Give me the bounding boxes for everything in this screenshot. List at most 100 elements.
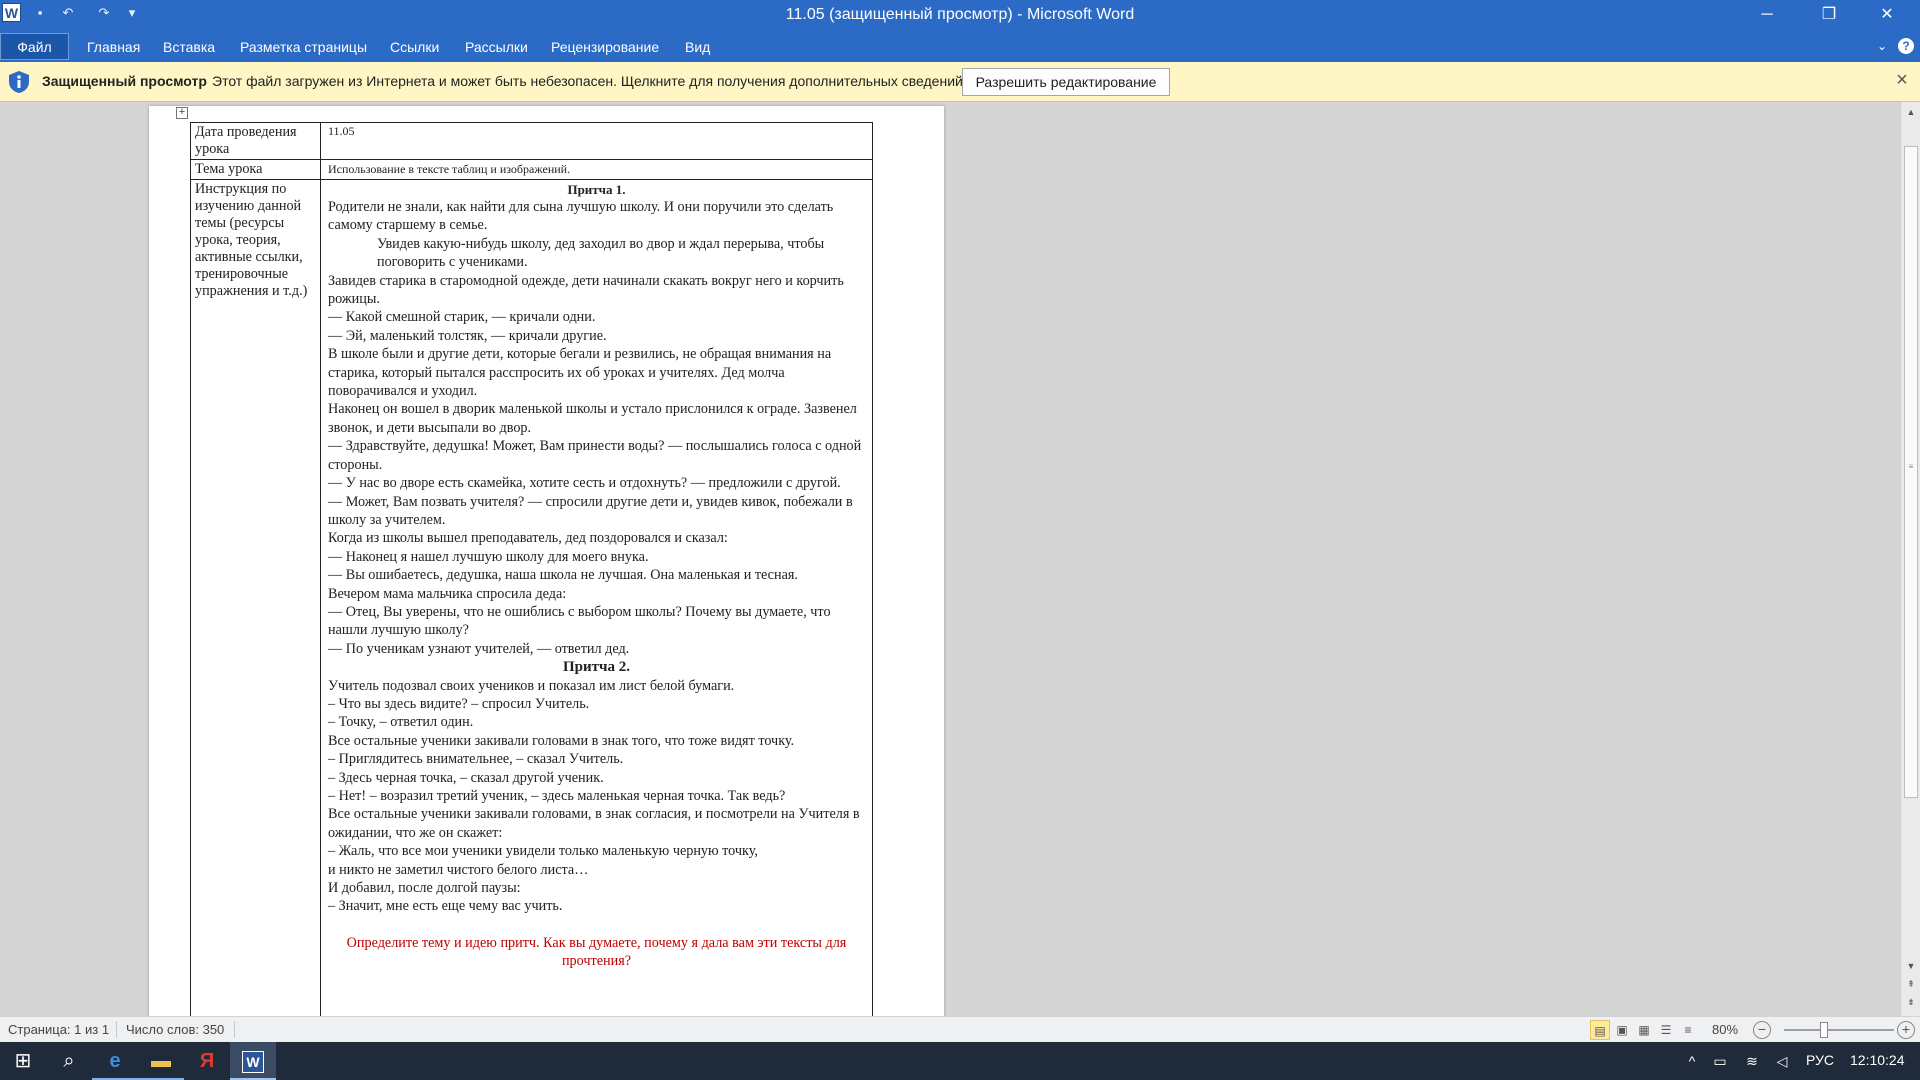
print-layout-icon[interactable]: ▤ bbox=[1590, 1020, 1610, 1040]
title-bar: W ▪ ↶ ↷ ▾ 11.05 (защищенный просмотр) - … bbox=[0, 0, 1920, 30]
enable-editing-button[interactable]: Разрешить редактирование bbox=[962, 68, 1170, 96]
paragraph: Наконец он вошел в дворик маленькой школ… bbox=[328, 401, 857, 436]
word-count[interactable]: Число слов: 350 bbox=[126, 1022, 224, 1037]
wifi-icon[interactable]: ≋ bbox=[1742, 1051, 1762, 1071]
restore-button[interactable]: ❐ bbox=[1806, 0, 1852, 30]
paragraph: — Какой смешной старик, — кричали одни. bbox=[328, 309, 596, 326]
paragraph: — Здравствуйте, дедушка! Может, Вам прин… bbox=[328, 438, 862, 473]
tab-mailings[interactable]: Рассылки bbox=[465, 35, 528, 59]
paragraph: — Эй, маленький толстяк, — кричали други… bbox=[328, 327, 607, 344]
volume-icon[interactable]: ◁ bbox=[1772, 1051, 1792, 1071]
start-icon[interactable]: ⊞ bbox=[0, 1042, 46, 1080]
shield-info-icon bbox=[9, 71, 29, 93]
parable1-title: Притча 1. bbox=[567, 182, 626, 197]
zoom-in-icon[interactable]: + bbox=[1897, 1021, 1915, 1039]
search-icon[interactable]: ⌕ bbox=[46, 1042, 92, 1080]
paragraph: Учитель подозвал своих учеников и показа… bbox=[328, 677, 735, 694]
paragraph: Родители не знали, как найти для сына лу… bbox=[328, 199, 834, 234]
protected-view-bar: Защищенный просмотр Этот файл загружен и… bbox=[0, 62, 1920, 102]
paragraph: – Что вы здесь видите? – спросил Учитель… bbox=[328, 695, 590, 712]
paragraph: Вечером мама мальчика спросила деда: bbox=[328, 585, 567, 602]
minimize-ribbon-icon[interactable]: ⌄ bbox=[1874, 38, 1890, 54]
date-value: 11.05 bbox=[320, 122, 873, 160]
explorer-icon[interactable]: ▬ bbox=[138, 1042, 184, 1080]
topic-value: Использование в тексте таблиц и изображе… bbox=[320, 159, 873, 180]
zoom-level[interactable]: 80% bbox=[1712, 1022, 1738, 1037]
chevron-up-icon[interactable]: ^ bbox=[1682, 1051, 1702, 1071]
paragraph: И добавил, после долгой паузы: bbox=[328, 880, 521, 897]
ribbon-tab-bar: Файл Главная Вставка Разметка страницы С… bbox=[0, 30, 1920, 62]
table-row: Инструкция по изучению данной темы (ресу… bbox=[190, 179, 873, 1040]
yandex-icon[interactable]: Я bbox=[184, 1042, 230, 1080]
paragraph: – Здесь черная точка, – сказал другой уч… bbox=[328, 769, 604, 786]
paragraph: — Может, Вам позвать учителя? — спросили… bbox=[328, 493, 853, 528]
taskbar: ⊞ ⌕ e ▬ Я W ^ ▭ ≋ ◁ РУС 12:10:24 bbox=[0, 1042, 1920, 1080]
protected-view-message[interactable]: Этот файл загружен из Интернета и может … bbox=[212, 73, 967, 89]
web-layout-icon[interactable]: ▦ bbox=[1634, 1020, 1654, 1040]
table-move-handle-icon[interactable]: + bbox=[176, 107, 188, 119]
scroll-up-icon[interactable]: ▲ bbox=[1901, 104, 1920, 120]
tab-file[interactable]: Файл bbox=[0, 33, 69, 60]
minimize-button[interactable]: ─ bbox=[1744, 0, 1790, 30]
protected-view-title: Защищенный просмотр bbox=[42, 73, 207, 89]
tab-view[interactable]: Вид bbox=[685, 35, 710, 59]
zoom-slider-thumb[interactable] bbox=[1820, 1022, 1828, 1038]
paragraph: — По ученикам узнают учителей, — ответил… bbox=[328, 640, 630, 657]
date-label: Дата проведения урока bbox=[190, 122, 321, 160]
paragraph: – Жаль, что все мои ученики увидели толь… bbox=[328, 843, 758, 860]
tab-home[interactable]: Главная bbox=[87, 35, 140, 59]
table-row: Тема урока Использование в тексте таблиц… bbox=[190, 159, 873, 180]
divider bbox=[234, 1021, 235, 1038]
paragraph: — Вы ошибаетесь, дедушка, наша школа не … bbox=[328, 567, 798, 584]
paragraph: Все остальные ученики закивали головами … bbox=[328, 732, 795, 749]
instructions-content: Притча 1. Родители не знали, как найти д… bbox=[320, 179, 873, 1040]
zoom-slider[interactable] bbox=[1784, 1029, 1894, 1031]
instructions-label: Инструкция по изучению данной темы (ресу… bbox=[190, 179, 321, 1040]
edge-icon[interactable]: e bbox=[92, 1042, 138, 1080]
battery-icon[interactable]: ▭ bbox=[1710, 1051, 1730, 1071]
status-bar: Страница: 1 из 1 Число слов: 350 ▤ ▣ ▦ ☰… bbox=[0, 1016, 1920, 1042]
paragraph: – Значит, мне есть еще чему вас учить. bbox=[328, 898, 563, 915]
scroll-down-icon[interactable]: ▼ bbox=[1901, 958, 1920, 974]
window-title: 11.05 (защищенный просмотр) - Microsoft … bbox=[785, 6, 1135, 23]
word-icon[interactable]: W bbox=[230, 1042, 276, 1080]
next-page-icon[interactable]: ⇟ bbox=[1901, 994, 1920, 1010]
divider bbox=[116, 1021, 117, 1038]
paragraph: Когда из школы вышел преподаватель, дед … bbox=[328, 530, 728, 547]
zoom-out-icon[interactable]: − bbox=[1753, 1021, 1771, 1039]
paragraph: – Приглядитесь внимательнее, – сказал Уч… bbox=[328, 751, 624, 768]
paragraph: — У нас во дворе есть скамейка, хотите с… bbox=[328, 475, 841, 492]
close-icon[interactable]: × bbox=[1892, 70, 1912, 90]
draft-icon[interactable]: ≡ bbox=[1678, 1020, 1698, 1040]
scrollbar-thumb[interactable]: ≡ bbox=[1904, 146, 1918, 798]
empty-line bbox=[328, 916, 865, 934]
parable2-title: Притча 2. bbox=[563, 659, 630, 676]
paragraph: Завидев старика в старомодной одежде, де… bbox=[328, 272, 844, 308]
close-button[interactable]: ✕ bbox=[1864, 0, 1910, 30]
topic-label: Тема урока bbox=[190, 159, 321, 180]
clock[interactable]: 12:10:24 bbox=[1850, 1052, 1905, 1068]
tab-references[interactable]: Ссылки bbox=[390, 35, 439, 59]
previous-page-icon[interactable]: ⇞ bbox=[1901, 976, 1920, 992]
paragraph: Увидев какую-нибудь школу, дед заходил в… bbox=[377, 235, 825, 271]
full-screen-reading-icon[interactable]: ▣ bbox=[1612, 1020, 1632, 1040]
language-indicator[interactable]: РУС bbox=[1806, 1052, 1834, 1068]
task-question: Определите тему и идею притч. Как вы дум… bbox=[346, 934, 847, 970]
table-row: Дата проведения урока 11.05 bbox=[190, 122, 873, 160]
vertical-scrollbar[interactable]: ▲ ≡ ▼ ⇞ ⇟ bbox=[1900, 102, 1920, 1016]
paragraph: Все остальные ученики закивали головами,… bbox=[328, 806, 860, 841]
page-counter[interactable]: Страница: 1 из 1 bbox=[8, 1022, 109, 1037]
paragraph: – Точку, – ответил один. bbox=[328, 714, 474, 731]
tab-page-layout[interactable]: Разметка страницы bbox=[240, 35, 367, 59]
paragraph: — Отец, Вы уверены, что не ошиблись с вы… bbox=[328, 603, 831, 639]
paragraph: — Наконец я нашел лучшую школу для моего… bbox=[328, 548, 649, 565]
grip-icon: ≡ bbox=[1908, 462, 1914, 471]
paragraph: и никто не заметил чистого белого листа… bbox=[328, 861, 589, 878]
lesson-table: Дата проведения урока 11.05 Тема урока И… bbox=[190, 122, 873, 1040]
tab-insert[interactable]: Вставка bbox=[163, 35, 215, 59]
paragraph: В школе были и другие дети, которые бега… bbox=[328, 346, 832, 400]
help-icon[interactable]: ? bbox=[1898, 38, 1914, 54]
outline-icon[interactable]: ☰ bbox=[1656, 1020, 1676, 1040]
tab-review[interactable]: Рецензирование bbox=[551, 35, 659, 59]
paragraph: – Нет! – возразил третий ученик, – здесь… bbox=[328, 788, 786, 804]
